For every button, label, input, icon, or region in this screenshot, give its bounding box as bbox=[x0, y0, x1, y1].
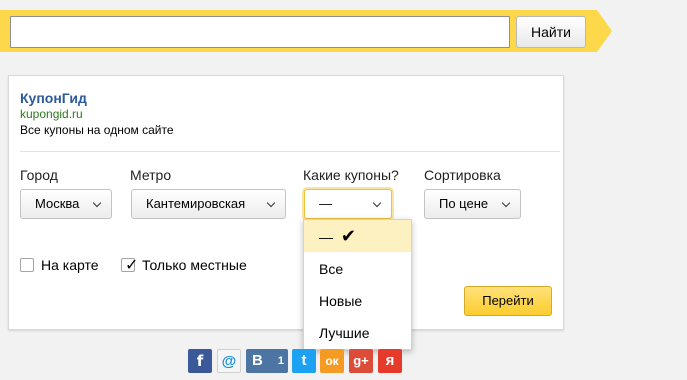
ad-description: Все купоны на одном сайте bbox=[20, 123, 174, 137]
dropdown-option-none[interactable]: — ✔ bbox=[304, 220, 411, 252]
vkontakte-icon[interactable]: В 1 bbox=[246, 349, 288, 373]
local-only-label: Только местные bbox=[142, 257, 247, 273]
dropdown-option-best[interactable]: Лучшие bbox=[304, 317, 411, 349]
coupons-select-value: — bbox=[319, 196, 332, 211]
chevron-down-icon bbox=[501, 198, 511, 208]
on-map-checkbox[interactable] bbox=[20, 258, 34, 272]
local-only-checkbox[interactable]: ✓ bbox=[121, 257, 139, 274]
dropdown-option-label: Все bbox=[319, 261, 344, 277]
chevron-down-icon bbox=[266, 198, 276, 208]
chevron-down-icon bbox=[92, 198, 102, 208]
odnoklassniki-icon[interactable]: ок bbox=[320, 349, 344, 373]
vkontakte-letter: В bbox=[252, 352, 263, 369]
sort-select-value: По цене bbox=[439, 196, 489, 211]
ad-title-link[interactable]: КупонГид bbox=[20, 90, 87, 106]
dropdown-option-all[interactable]: Все bbox=[304, 253, 411, 285]
metro-label: Метро bbox=[130, 167, 172, 183]
sort-label: Сортировка bbox=[424, 167, 501, 183]
coupons-dropdown-menu: — ✔ Все Новые Лучшие bbox=[303, 219, 412, 350]
chevron-down-icon bbox=[372, 198, 382, 208]
dropdown-option-label: — bbox=[319, 229, 333, 245]
sort-select[interactable]: По цене bbox=[424, 189, 521, 219]
search-button[interactable]: Найти bbox=[516, 16, 586, 48]
twitter-icon[interactable]: t bbox=[292, 349, 316, 373]
mailru-icon[interactable]: @ bbox=[217, 349, 241, 373]
metro-select-value: Кантемировская bbox=[146, 196, 246, 211]
dropdown-option-label: Лучшие bbox=[319, 325, 370, 341]
city-select[interactable]: Москва bbox=[20, 189, 112, 219]
on-map-checkbox-row[interactable]: На карте bbox=[20, 257, 120, 275]
dropdown-option-label: Новые bbox=[319, 293, 363, 309]
coupons-label: Какие купоны? bbox=[303, 167, 399, 183]
metro-select[interactable]: Кантемировская bbox=[131, 189, 286, 219]
ad-url-link[interactable]: kupongid.ru bbox=[20, 107, 83, 121]
coupons-select[interactable]: — bbox=[304, 189, 392, 219]
google-plus-icon[interactable]: g+ bbox=[349, 349, 373, 373]
divider bbox=[20, 151, 560, 152]
on-map-label: На карте bbox=[41, 257, 99, 273]
checkmark-icon: ✓ bbox=[125, 257, 139, 274]
vkontakte-count: 1 bbox=[277, 355, 284, 367]
dropdown-option-new[interactable]: Новые bbox=[304, 285, 411, 317]
search-input[interactable] bbox=[10, 16, 510, 48]
local-only-checkbox-row[interactable]: ✓ Только местные bbox=[121, 257, 271, 275]
city-label: Город bbox=[20, 167, 58, 183]
city-select-value: Москва bbox=[35, 196, 80, 211]
checkmark-icon: ✔ bbox=[340, 226, 356, 246]
go-button[interactable]: Перейти bbox=[464, 286, 552, 316]
yaru-icon[interactable]: я bbox=[378, 349, 402, 373]
coupon-widget: КупонГид kupongid.ru Все купоны на одном… bbox=[8, 75, 564, 330]
facebook-icon[interactable]: f bbox=[188, 349, 212, 373]
